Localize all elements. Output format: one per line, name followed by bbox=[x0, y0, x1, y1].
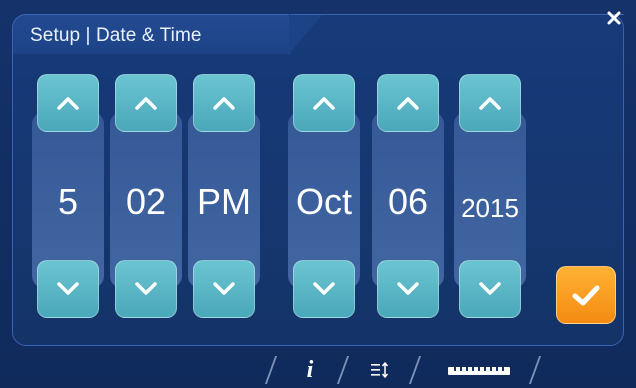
minute-value: 02 bbox=[125, 181, 167, 222]
chevron-up-icon bbox=[313, 97, 335, 110]
year-value: 2015 bbox=[461, 193, 519, 223]
toolbar-divider bbox=[336, 356, 350, 384]
day-down-button[interactable] bbox=[377, 260, 439, 318]
page-title: Setup | Date & Time bbox=[30, 25, 202, 46]
chevron-down-icon bbox=[135, 282, 157, 295]
month-value: Oct bbox=[295, 181, 352, 222]
year-picker: 2015 bbox=[454, 74, 526, 326]
info-icon[interactable]: i bbox=[300, 358, 320, 382]
toolbar-divider bbox=[408, 356, 422, 384]
year-down-button[interactable] bbox=[459, 260, 521, 318]
minute-up-button[interactable] bbox=[115, 74, 177, 132]
hour-up-button[interactable] bbox=[37, 74, 99, 132]
close-icon[interactable] bbox=[602, 8, 626, 32]
chevron-up-icon bbox=[135, 97, 157, 110]
chevron-down-icon bbox=[57, 282, 79, 295]
month-down-button[interactable] bbox=[293, 260, 355, 318]
chevron-up-icon bbox=[57, 97, 79, 110]
toolbar-divider bbox=[528, 356, 542, 384]
date-time-setup-screen: Setup | Date & Time 5 02 PM Oct 06 2015 … bbox=[0, 0, 636, 388]
checkmark-icon bbox=[572, 285, 600, 306]
confirm-button[interactable] bbox=[556, 266, 616, 324]
day-up-button[interactable] bbox=[377, 74, 439, 132]
chevron-up-icon bbox=[479, 97, 501, 110]
chevron-down-icon bbox=[213, 282, 235, 295]
month-picker: Oct bbox=[288, 74, 360, 326]
year-up-button[interactable] bbox=[459, 74, 521, 132]
hour-picker: 5 bbox=[32, 74, 104, 326]
day-value: 06 bbox=[387, 181, 429, 222]
list-sort-icon[interactable] bbox=[370, 358, 390, 382]
ampm-picker: PM bbox=[188, 74, 260, 326]
hour-value: 5 bbox=[57, 181, 79, 222]
minute-picker: 02 bbox=[110, 74, 182, 326]
chevron-up-icon bbox=[397, 97, 419, 110]
ampm-down-button[interactable] bbox=[193, 260, 255, 318]
chevron-up-icon bbox=[213, 97, 235, 110]
bottom-toolbar: i bbox=[0, 350, 636, 388]
title-divider bbox=[290, 14, 624, 15]
ampm-value: PM bbox=[197, 181, 251, 222]
chevron-down-icon bbox=[397, 282, 419, 295]
day-picker: 06 bbox=[372, 74, 444, 326]
ampm-up-button[interactable] bbox=[193, 74, 255, 132]
chevron-down-icon bbox=[479, 282, 501, 295]
hour-down-button[interactable] bbox=[37, 260, 99, 318]
minute-down-button[interactable] bbox=[115, 260, 177, 318]
toolbar-divider bbox=[264, 356, 278, 384]
month-up-button[interactable] bbox=[293, 74, 355, 132]
chevron-down-icon bbox=[313, 282, 335, 295]
ruler-icon[interactable] bbox=[448, 358, 510, 382]
